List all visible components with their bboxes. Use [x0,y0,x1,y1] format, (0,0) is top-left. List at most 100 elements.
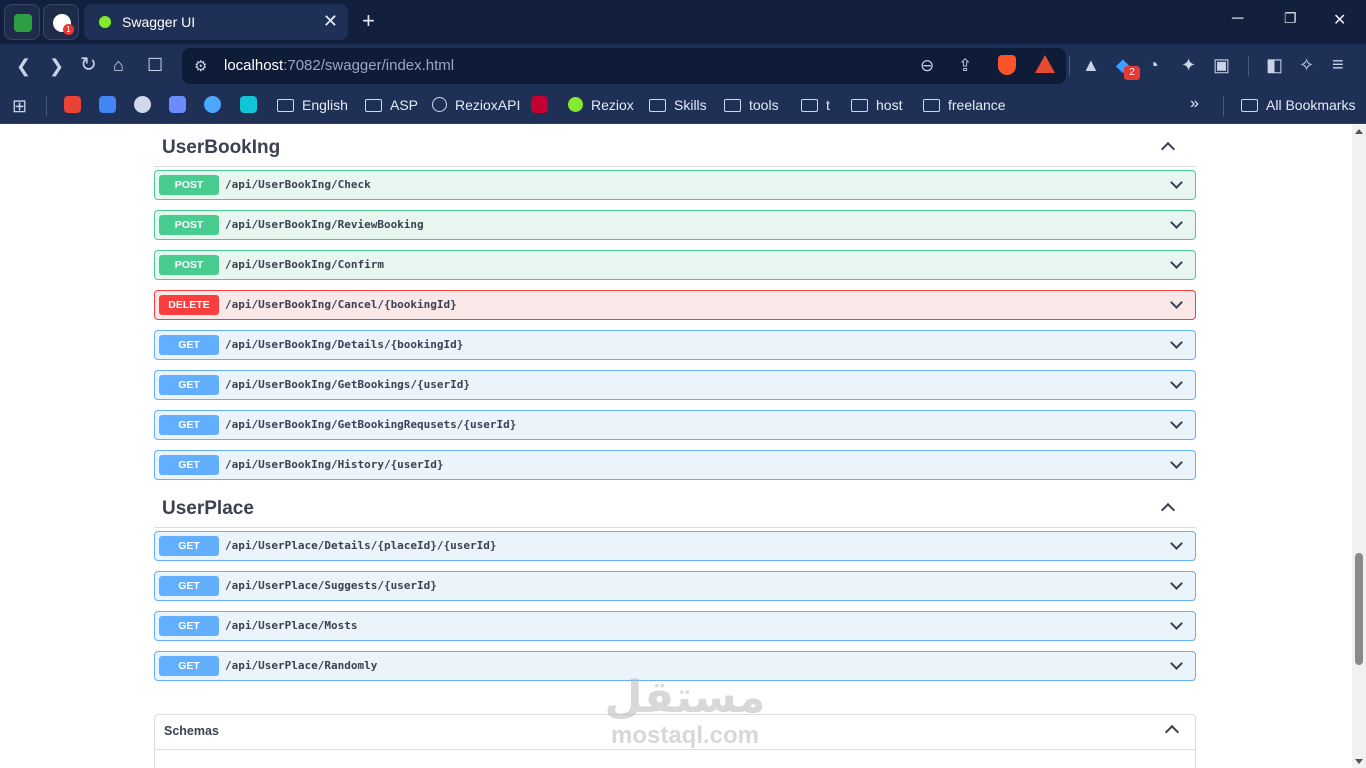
apps-grid-icon[interactable]: ⊞ [12,95,27,117]
github-icon [432,97,447,112]
expand-chevron-icon[interactable] [1170,617,1183,630]
menu-icon[interactable]: ≡ [1332,54,1344,76]
scroll-up-icon[interactable] [1355,129,1363,134]
method-badge: GET [159,375,219,395]
operation-row[interactable]: GET /api/UserBookIng/Details/{bookingId} [154,330,1196,360]
gmail-icon[interactable] [64,96,81,113]
leo-sparkle-icon[interactable]: ✧ [1299,54,1314,76]
home-icon[interactable]: ⌂ [113,54,124,76]
extensions-icon[interactable]: ✦ [1181,54,1196,76]
expand-chevron-icon[interactable] [1170,336,1183,349]
section-userbooking[interactable]: UserBookIng [154,127,1196,167]
page-scrollbar[interactable] [1352,125,1366,768]
minimize-icon[interactable]: ─ [1232,10,1243,28]
expand-chevron-icon[interactable] [1170,657,1183,670]
expand-chevron-icon[interactable] [1170,456,1183,469]
sidebar-icon[interactable]: ◧ [1266,54,1283,76]
operation-row[interactable]: GET /api/UserPlace/Suggests/{userId} [154,571,1196,601]
operation-row[interactable]: POST /api/UserBookIng/Check [154,170,1196,200]
bookmark-host[interactable]: host [851,97,902,113]
method-badge: GET [159,335,219,355]
operation-row[interactable]: DELETE /api/UserBookIng/Cancel/{bookingI… [154,290,1196,320]
bookmark-icon[interactable]: ☐ [147,54,163,76]
bookmarks-separator [46,96,47,116]
expand-chevron-icon[interactable] [1170,376,1183,389]
collapse-chevron-icon[interactable] [1160,502,1176,518]
expand-chevron-icon[interactable] [1170,296,1183,309]
operation-row[interactable]: GET /api/UserBookIng/GetBookings/{userId… [154,370,1196,400]
bookmark-freelance[interactable]: freelance [923,97,1006,113]
operation-row[interactable]: GET /api/UserBookIng/GetBookingRequsets/… [154,410,1196,440]
toolbar-separator [1069,56,1070,76]
method-badge: POST [159,215,219,235]
watermark-latin: mostaql.com [610,722,760,749]
back-icon[interactable]: ❮ [16,55,31,77]
operation-path: /api/UserBookIng/Confirm [225,258,384,271]
folder-icon [277,99,294,112]
bookmark-app-icon[interactable] [169,96,186,113]
bookmark-asp[interactable]: ASP [365,97,418,113]
screenshot-icon[interactable]: ▣ [1213,54,1230,76]
leo-ai-icon[interactable]: ▲ [1082,54,1100,76]
bookmark-skills[interactable]: Skills [649,97,707,113]
operation-row[interactable]: POST /api/UserBookIng/ReviewBooking [154,210,1196,240]
share-icon[interactable]: ⇪ [958,56,972,76]
tab-title: Swagger UI [122,14,196,30]
chatgpt-icon[interactable] [134,96,151,113]
angular-icon[interactable] [531,96,548,113]
toolbar-separator [1248,56,1249,76]
tab-swagger-ui[interactable]: Swagger UI ✕ [84,4,348,40]
folder-icon [649,99,666,112]
url-text[interactable]: localhost:7082/swagger/index.html [224,57,454,74]
scroll-down-icon[interactable] [1355,759,1363,764]
google-translate-icon[interactable] [99,96,116,113]
bookmark-rezioxapi[interactable]: RezioxAPI [432,97,520,113]
reload-icon[interactable]: ↻ [80,54,97,76]
brave-rewards-icon[interactable] [1035,55,1055,73]
close-window-icon[interactable]: ✕ [1333,10,1346,30]
operation-row[interactable]: POST /api/UserBookIng/Confirm [154,250,1196,280]
pinned-tab-2[interactable]: 1 [43,4,79,40]
method-badge: POST [159,175,219,195]
expand-chevron-icon[interactable] [1170,216,1183,229]
bookmark-english[interactable]: English [277,97,348,113]
site-info-icon[interactable]: ⚙ [194,57,207,75]
operation-path: /api/UserBookIng/GetBookings/{userId} [225,378,471,391]
pinned-tab-1[interactable] [4,4,40,40]
section-title: UserPlace [162,498,254,519]
brave-shields-icon[interactable] [998,55,1016,75]
operation-row[interactable]: GET /api/UserPlace/Details/{placeId}/{us… [154,531,1196,561]
operation-row[interactable]: GET /api/UserBookIng/History/{userId} [154,450,1196,480]
new-tab-icon[interactable]: + [362,9,375,33]
schemas-divider [155,749,1195,750]
scroll-thumb[interactable] [1355,553,1363,665]
zoom-icon[interactable]: ⊖ [920,56,934,76]
expand-chevron-icon[interactable] [1170,176,1183,189]
address-bar[interactable]: ⚙ localhost:7082/swagger/index.html ⊖ ⇪ [182,48,1066,84]
collapse-chevron-icon[interactable] [1160,141,1176,157]
expand-chevron-icon[interactable] [1170,537,1183,550]
method-badge: GET [159,536,219,556]
expand-chevron-icon[interactable] [1170,416,1183,429]
pinned-app-icon [14,14,32,32]
restore-icon[interactable]: ❐ [1284,10,1297,27]
folder-icon [801,99,818,112]
section-userplace[interactable]: UserPlace [154,488,1196,528]
swagger-icon [568,97,583,112]
forward-icon[interactable]: ❯ [49,55,64,77]
bookmarks-separator [1223,96,1224,116]
expand-chevron-icon[interactable] [1170,256,1183,269]
collapse-chevron-icon[interactable] [1164,724,1180,740]
operation-row[interactable]: GET /api/UserPlace/Mosts [154,611,1196,641]
bookmark-app-icon[interactable] [240,96,257,113]
swagger-favicon-icon [97,14,113,30]
bookmark-reziox[interactable]: Reziox [568,97,634,113]
gemini-icon[interactable] [204,96,221,113]
expand-chevron-icon[interactable] [1170,577,1183,590]
bookmark-t[interactable]: t [801,97,830,113]
speed-icon[interactable]: ◔ [1148,54,1159,76]
close-tab-icon[interactable]: ✕ [323,11,338,32]
bookmark-tools[interactable]: tools [724,97,779,113]
more-bookmarks-icon[interactable]: » [1190,95,1199,113]
all-bookmarks[interactable]: All Bookmarks [1241,97,1355,113]
